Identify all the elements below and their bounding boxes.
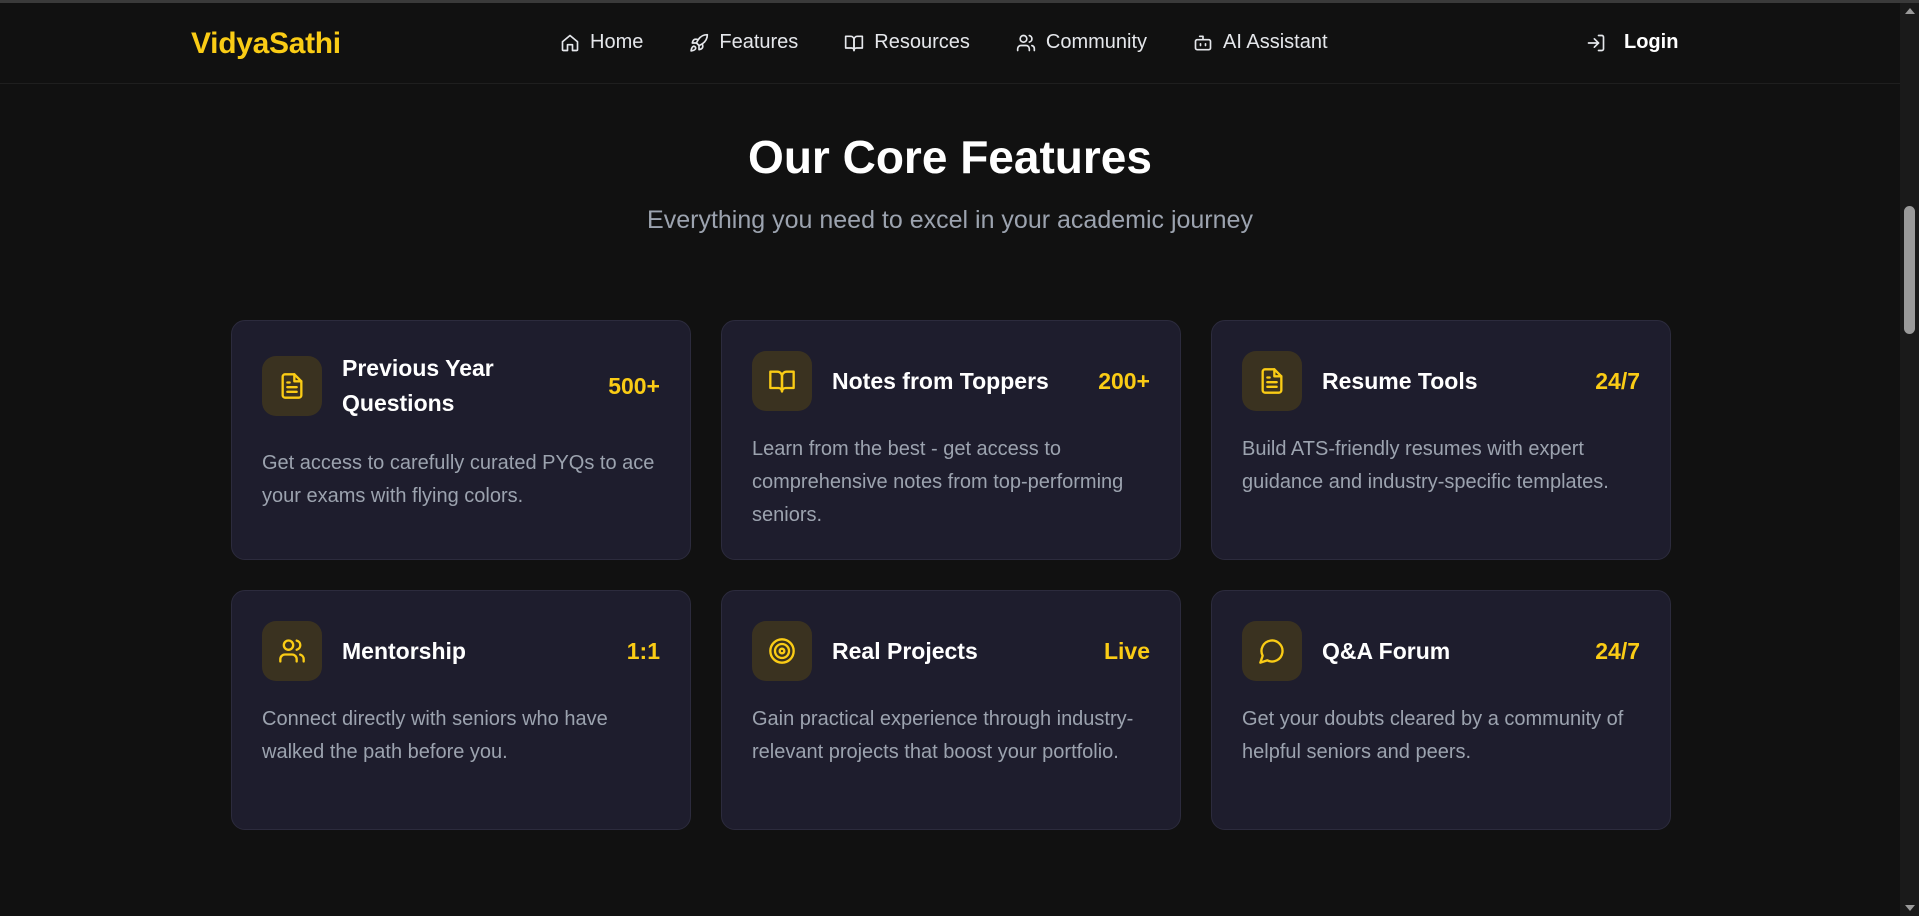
card-header: Resume Tools 24/7 [1242,351,1640,411]
card-description: Get access to carefully curated PYQs to … [262,452,655,507]
users-icon [279,639,305,663]
card-icon-box [1242,621,1302,681]
card-description: Gain practical experience through indust… [752,708,1134,763]
section-subtitle: Everything you need to excel in your aca… [647,206,1253,234]
rocket-icon [690,33,709,52]
card-description: Connect directly with seniors who have w… [262,708,608,763]
card-stat-badge: 1:1 [626,637,660,664]
card-stat-badge: 24/7 [1595,367,1640,394]
login-icon [1587,34,1605,51]
book-open-icon [769,370,795,393]
card-title: Mentorship [342,637,466,664]
message-circle-icon [1259,639,1284,664]
card-icon-box [262,621,322,681]
nav-item-community[interactable]: Community [1016,31,1147,54]
navbar: VidyaSathi Home Features Resources Commu… [0,3,1900,84]
card-stat-badge: 24/7 [1595,637,1640,664]
card-description: Get your doubts cleared by a community o… [1242,708,1624,763]
card-header: Previous Year Questions 500+ [262,351,660,421]
feature-card-resume[interactable]: Resume Tools 24/7 Build ATS-friendly res… [1211,320,1671,560]
nav-label: Resources [874,31,970,53]
feature-card-qa-forum[interactable]: Q&A Forum 24/7 Get your doubts cleared b… [1211,590,1671,830]
card-stat-badge: Live [1103,637,1150,664]
card-title: Resume Tools [1322,367,1478,394]
page-scrollbar[interactable] [1900,3,1919,916]
nav-item-home[interactable]: Home [560,31,643,54]
feature-card-projects[interactable]: Real Projects Live Gain practical experi… [721,590,1181,830]
card-stat-badge: 500+ [608,372,660,399]
card-icon-box [262,356,322,416]
bot-icon [1194,35,1212,51]
nav-label: AI Assistant [1223,31,1328,53]
feature-card-pyq[interactable]: Previous Year Questions 500+ Get access … [231,320,691,560]
login-button[interactable]: Login [1586,31,1678,54]
card-header: Real Projects Live [752,621,1150,681]
home-icon [561,34,579,51]
nav-item-resources[interactable]: Resources [844,31,970,54]
card-header: Q&A Forum 24/7 [1242,621,1640,681]
nav-item-features[interactable]: Features [689,31,798,54]
card-icon-box [752,351,812,411]
users-icon [1016,34,1036,51]
card-description: Learn from the best - get access to comp… [752,438,1124,526]
scroll-up-arrow-icon[interactable] [1905,8,1915,14]
nav-links: Home Features Resources Community AI Ass… [560,31,1328,54]
book-icon [845,35,864,51]
card-header: Mentorship 1:1 [262,621,660,681]
features-grid: Previous Year Questions 500+ Get access … [231,320,1671,830]
section-title: Our Core Features [748,131,1152,183]
scrollbar-thumb[interactable] [1904,206,1915,334]
nav-item-ai-assistant[interactable]: AI Assistant [1193,31,1328,54]
target-icon [769,638,795,664]
card-description: Build ATS-friendly resumes with expert g… [1242,438,1609,493]
scroll-down-arrow-icon[interactable] [1905,905,1915,911]
nav-label: Features [719,31,799,53]
card-title: Q&A Forum [1322,637,1451,664]
file-text-icon [1261,368,1283,394]
card-title: Real Projects [832,637,978,664]
card-header: Notes from Toppers 200+ [752,351,1150,411]
card-icon-box [1242,351,1302,411]
nav-label: Home [590,31,644,53]
login-label: Login [1624,31,1679,53]
card-icon-box [752,621,812,681]
file-text-icon [281,373,303,399]
card-title: Notes from Toppers [832,367,1049,394]
feature-card-mentorship[interactable]: Mentorship 1:1 Connect directly with sen… [231,590,691,830]
card-stat-badge: 200+ [1098,367,1150,394]
card-title: Previous Year Questions [342,355,494,416]
brand-logo[interactable]: VidyaSathi [191,27,341,61]
nav-label: Community [1045,31,1148,53]
feature-card-notes[interactable]: Notes from Toppers 200+ Learn from the b… [721,320,1181,560]
